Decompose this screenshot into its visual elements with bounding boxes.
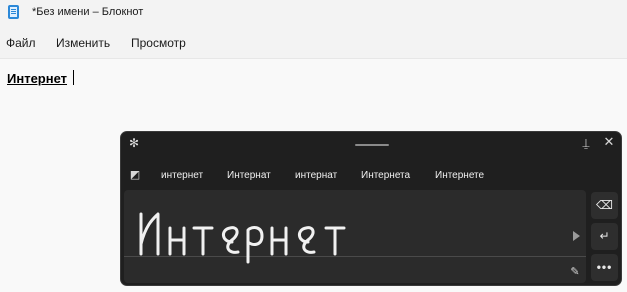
pen-icon[interactable]: ✎ xyxy=(568,265,582,279)
backspace-button[interactable]: ⌫ xyxy=(591,192,618,219)
clipboard-icon[interactable]: ◩ xyxy=(129,169,141,181)
suggestion-3[interactable]: интернат xyxy=(295,170,337,181)
window-title: *Без имени – Блокнот xyxy=(32,6,144,18)
suggestion-5[interactable]: Интернете xyxy=(435,170,484,181)
enter-button[interactable]: ↵ xyxy=(591,223,618,250)
text-caret xyxy=(73,70,74,85)
drag-handle[interactable] xyxy=(355,144,389,146)
notepad-icon xyxy=(8,5,19,19)
handwritten-ink xyxy=(139,212,346,264)
menu-view[interactable]: Просмотр xyxy=(131,36,186,50)
play-icon[interactable] xyxy=(573,231,580,241)
menu-edit[interactable]: Изменить xyxy=(56,36,110,50)
handwriting-canvas[interactable]: ✎ xyxy=(124,190,586,283)
suggestions-row: ◩ интернет Интернат интернат Интернета И… xyxy=(121,162,621,188)
title-bar: *Без имени – Блокнот xyxy=(0,0,627,28)
handwriting-panel-header: ✻ ⍊ ✕ xyxy=(121,132,621,156)
menu-bar: Файл Изменить Просмотр xyxy=(0,28,627,58)
handwriting-panel: ✻ ⍊ ✕ ◩ интернет Интернат интернат Интер… xyxy=(120,131,622,286)
suggestion-2[interactable]: Интернат xyxy=(227,170,271,181)
menu-file[interactable]: Файл xyxy=(6,36,36,50)
more-options-button[interactable]: ••• xyxy=(591,254,618,281)
close-icon[interactable]: ✕ xyxy=(602,135,616,149)
suggestion-4[interactable]: Интернета xyxy=(361,170,410,181)
document-text: Интернет xyxy=(7,71,68,86)
dock-icon[interactable]: ⍊ xyxy=(579,136,593,150)
suggestion-1[interactable]: интернет xyxy=(161,170,203,181)
gear-icon[interactable]: ✻ xyxy=(127,136,141,150)
